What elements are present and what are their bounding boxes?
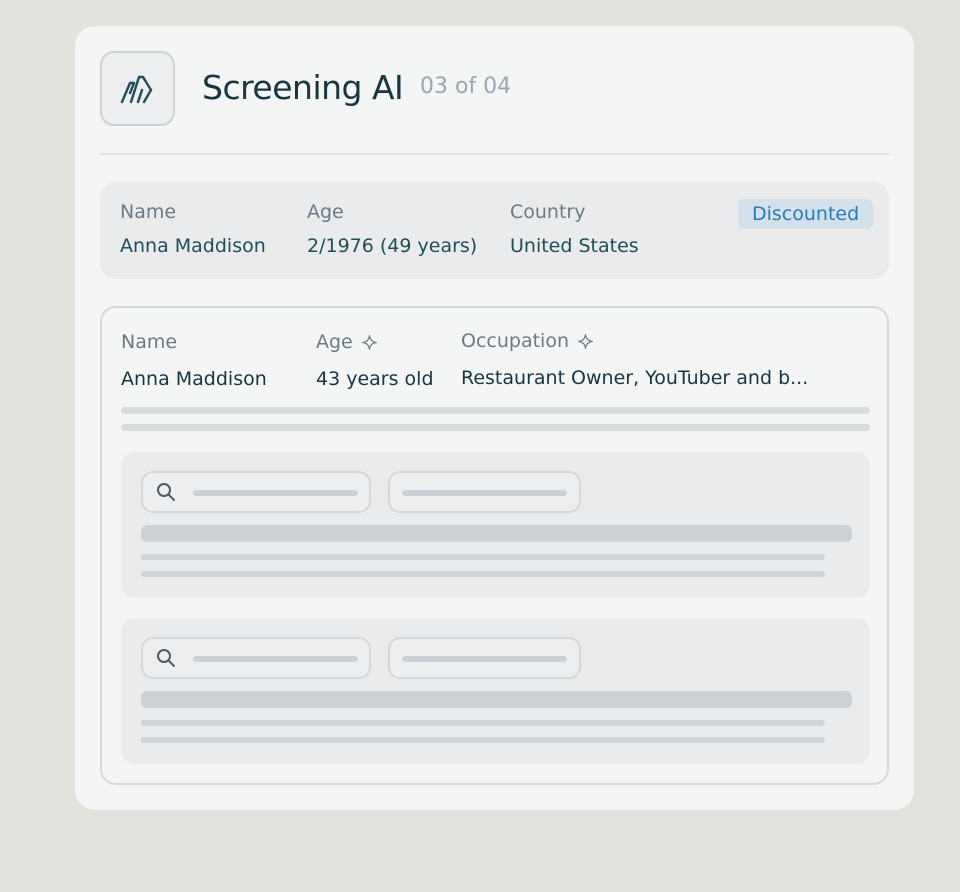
skeleton-heading [141,691,852,708]
summary-name-value: Anna Maddison [120,235,266,257]
search-icon [157,483,175,501]
search-pill[interactable] [141,637,371,679]
filter-pill[interactable] [388,637,581,679]
header-divider [100,153,889,155]
summary-age-label: Age [307,201,344,223]
detail-occupation-label-text: Occupation [461,330,569,352]
skeleton-line [402,656,567,662]
applicant-summary: Name Anna Maddison Age 2/1976 (49 years)… [100,182,889,279]
skeleton-line [141,720,825,726]
brand-logo-icon [120,75,152,103]
search-result-skeleton [121,618,870,764]
ai-detail-panel: Name Anna Maddison Age 43 years old Occu… [100,306,889,785]
sparkle-icon [361,334,377,350]
summary-country-value: United States [510,235,639,257]
page-title: Screening AI [202,68,404,107]
detail-age-label-text: Age [316,331,353,353]
search-pill[interactable] [141,471,371,513]
skeleton-line [193,490,358,496]
search-result-skeleton [121,452,870,598]
skeleton-heading [141,525,852,542]
detail-age-value: 43 years old [316,368,434,390]
detail-name-value: Anna Maddison [121,368,267,390]
skeleton-line [402,490,567,496]
search-icon [157,649,175,667]
summary-age-value: 2/1976 (49 years) [307,235,478,257]
sparkle-icon [578,333,593,349]
skeleton-line [141,554,825,560]
detail-age-label: Age [316,331,378,353]
detail-occupation-label: Occupation [461,330,594,352]
skeleton-line [121,424,870,431]
detail-name-label: Name [121,331,177,353]
skeleton-line [141,737,825,743]
skeleton-line [141,571,825,577]
app-logo [100,51,175,126]
step-indicator: 03 of 04 [420,74,512,99]
skeleton-line [121,407,870,414]
screening-card: Screening AI 03 of 04 Name Anna Maddison… [75,26,914,810]
filter-pill[interactable] [388,471,581,513]
summary-name-label: Name [120,201,177,223]
skeleton-line [193,656,358,662]
status-badge: Discounted [738,199,874,229]
detail-name-label-text: Name [121,331,178,353]
detail-occupation-value: Restaurant Owner, YouTuber and b... [461,367,809,389]
summary-country-label: Country [510,201,586,223]
